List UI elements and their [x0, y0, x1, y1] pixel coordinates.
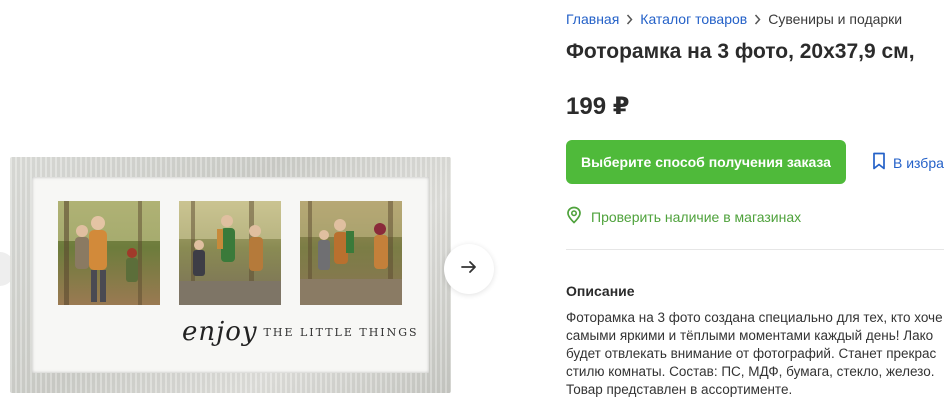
favorites-label: В избра	[893, 154, 944, 171]
description-line: Фоторамка на 3 фото создана специально д…	[566, 310, 943, 325]
breadcrumb-current: Сувениры и подарки	[768, 11, 903, 27]
description-line: Товар представлен в ассортименте.	[566, 382, 793, 397]
arrow-right-icon	[461, 260, 477, 279]
chevron-right-icon	[626, 14, 633, 25]
product-image[interactable]: enjoy THE LITTLE THINGS	[10, 157, 451, 393]
check-stock-link[interactable]: Проверить наличие в магазинах	[566, 206, 801, 227]
section-divider	[566, 249, 944, 250]
breadcrumb-catalog[interactable]: Каталог товаров	[640, 11, 747, 27]
frame-photo-3	[300, 201, 402, 305]
breadcrumb-home[interactable]: Главная	[566, 11, 619, 27]
check-stock-label: Проверить наличие в магазинах	[591, 208, 802, 225]
frame-photo-1	[58, 201, 160, 305]
frame-caption: enjoy THE LITTLE THINGS	[182, 317, 419, 347]
next-image-button[interactable]	[444, 244, 494, 294]
breadcrumb: Главная Каталог товаров Сувениры и подар…	[566, 11, 902, 27]
frame-caps-text: THE LITTLE THINGS	[263, 325, 419, 339]
description-heading: Описание	[566, 283, 635, 299]
bookmark-icon	[872, 152, 886, 173]
description-text: Фоторамка на 3 фото создана специально д…	[566, 309, 944, 399]
choose-delivery-button[interactable]: Выберите способ получения заказа	[566, 140, 846, 184]
frame-script-text: enjoy	[182, 317, 258, 347]
description-line: самыми яркими и тёплыми моментами каждый…	[566, 328, 934, 343]
product-gallery: enjoy THE LITTLE THINGS	[0, 0, 520, 411]
product-title: Фоторамка на 3 фото, 20х37,9 см,	[566, 40, 915, 63]
product-details: Главная Каталог товаров Сувениры и подар…	[566, 0, 944, 411]
description-line: стилю комнаты. Состав: ПС, МДФ, бумага, …	[566, 364, 935, 379]
photo-frame-mat: enjoy THE LITTLE THINGS	[32, 177, 429, 373]
frame-photo-2	[179, 201, 281, 305]
product-price: 199 ₽	[566, 93, 630, 120]
chevron-right-icon	[754, 14, 761, 25]
description-line: будет отвлекать внимание от фотографий. …	[566, 346, 937, 361]
add-to-favorites-button[interactable]: В избра	[872, 152, 944, 173]
map-pin-icon	[566, 206, 582, 227]
